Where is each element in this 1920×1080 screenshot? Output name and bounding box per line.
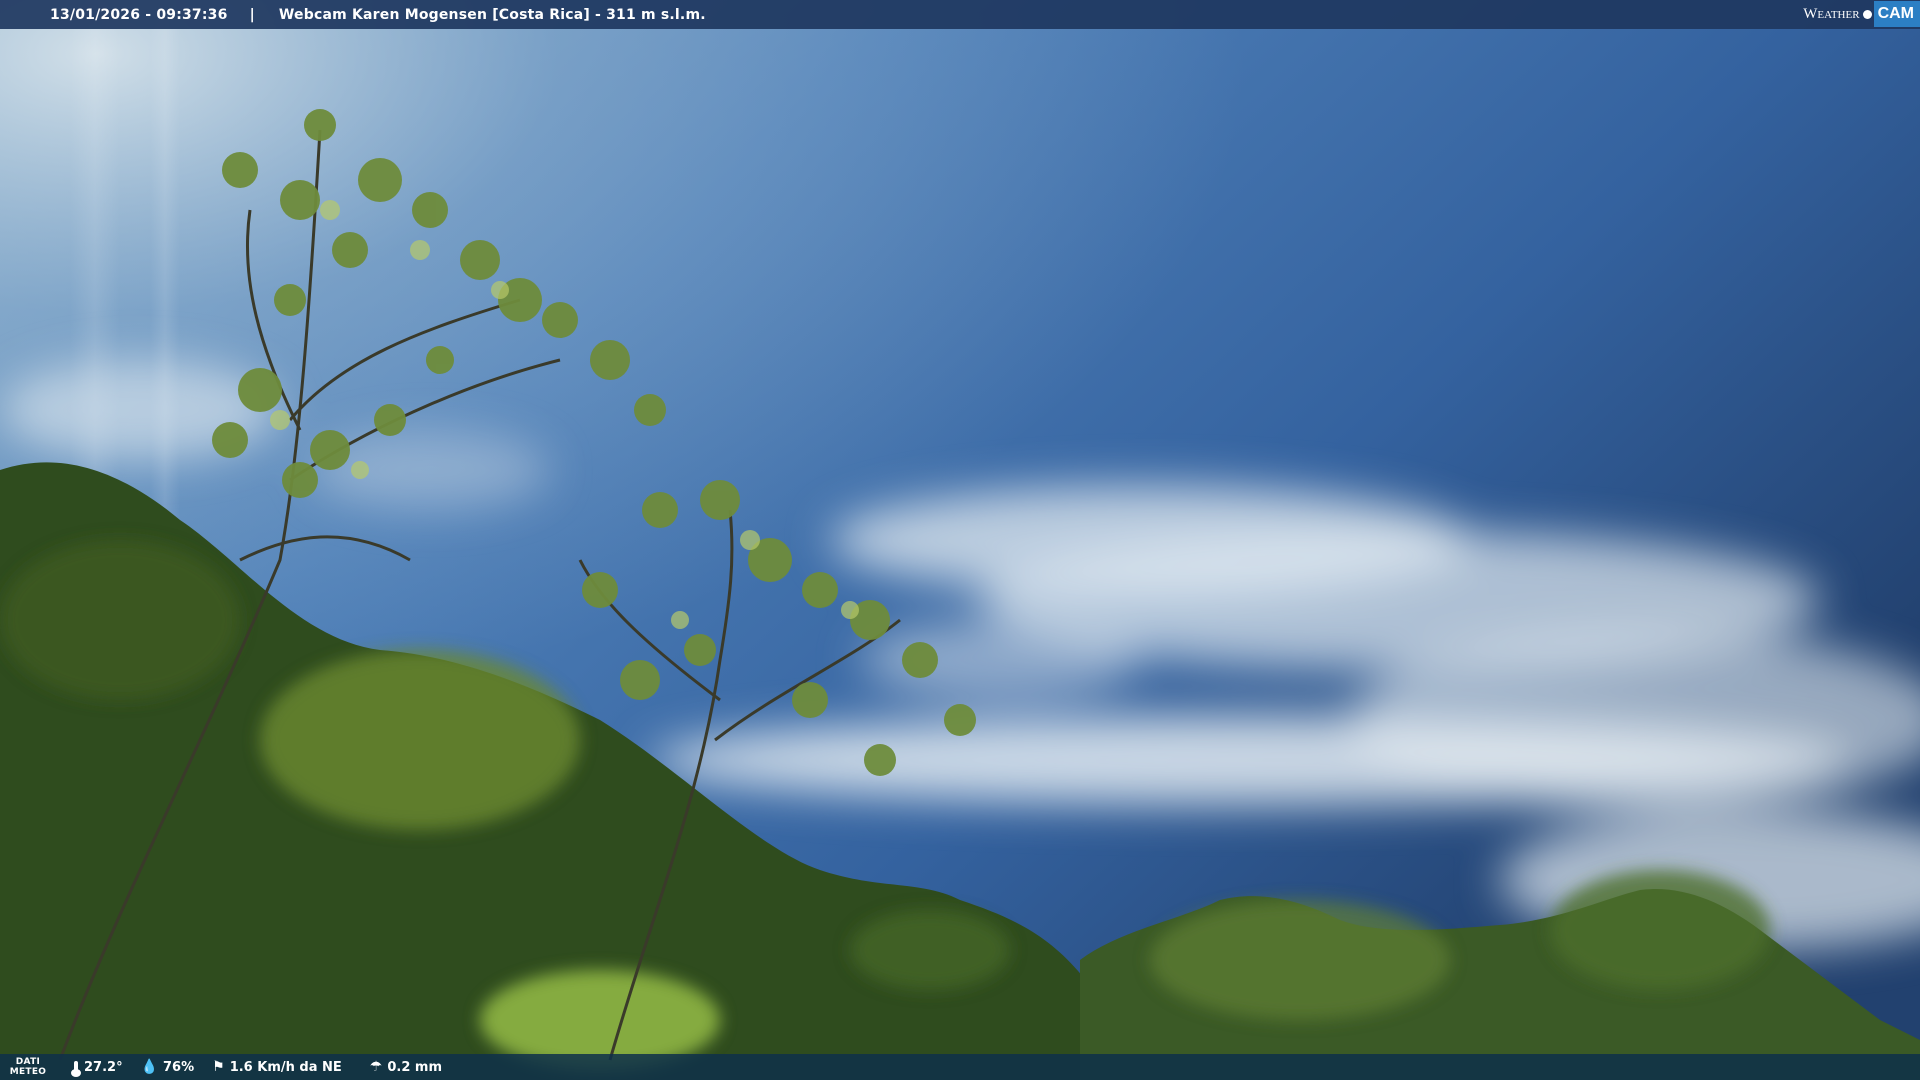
humidity-value: 76% [163,1059,195,1075]
logo-weather-text: Weather [1803,5,1860,22]
windsock-icon: ⚑ [212,1059,225,1075]
weathercam-logo[interactable]: Weather CAM [1803,0,1920,28]
weather-data-label: DATI METEO [9,1057,47,1077]
webcam-title: Webcam Karen Mogensen [Costa Rica] - 311… [278,6,706,23]
webcam-scene [0,0,1920,1080]
webcam-header-bar: 13/01/2026 - 09:37:36 | Webcam Karen Mog… [0,0,1920,29]
wind-value: 1.6 Km/h da NE [229,1059,342,1075]
header-separator: | [249,6,255,23]
rain-value: 0.2 mm [387,1059,442,1075]
rain-gauge-icon: ☂ [369,1059,383,1075]
drop-icon: 💧 [140,1059,159,1075]
temperature-value: 27.2° [84,1059,123,1075]
logo-dot-icon [1862,9,1872,19]
wind-reading: ⚑ 1.6 Km/h da NE [212,1059,342,1075]
thermometer-icon [71,1060,81,1077]
weather-data-bar: DATI METEO 27.2° 💧 76% ⚑ 1.6 Km/h da NE … [0,1054,1920,1080]
timestamp: 13/01/2026 - 09:37:36 [50,6,228,23]
temperature-reading: 27.2° [71,1059,123,1077]
rain-reading: ☂ 0.2 mm [370,1059,442,1075]
humidity-reading: 💧 76% [141,1059,195,1075]
logo-cam-text: CAM [1873,1,1920,27]
